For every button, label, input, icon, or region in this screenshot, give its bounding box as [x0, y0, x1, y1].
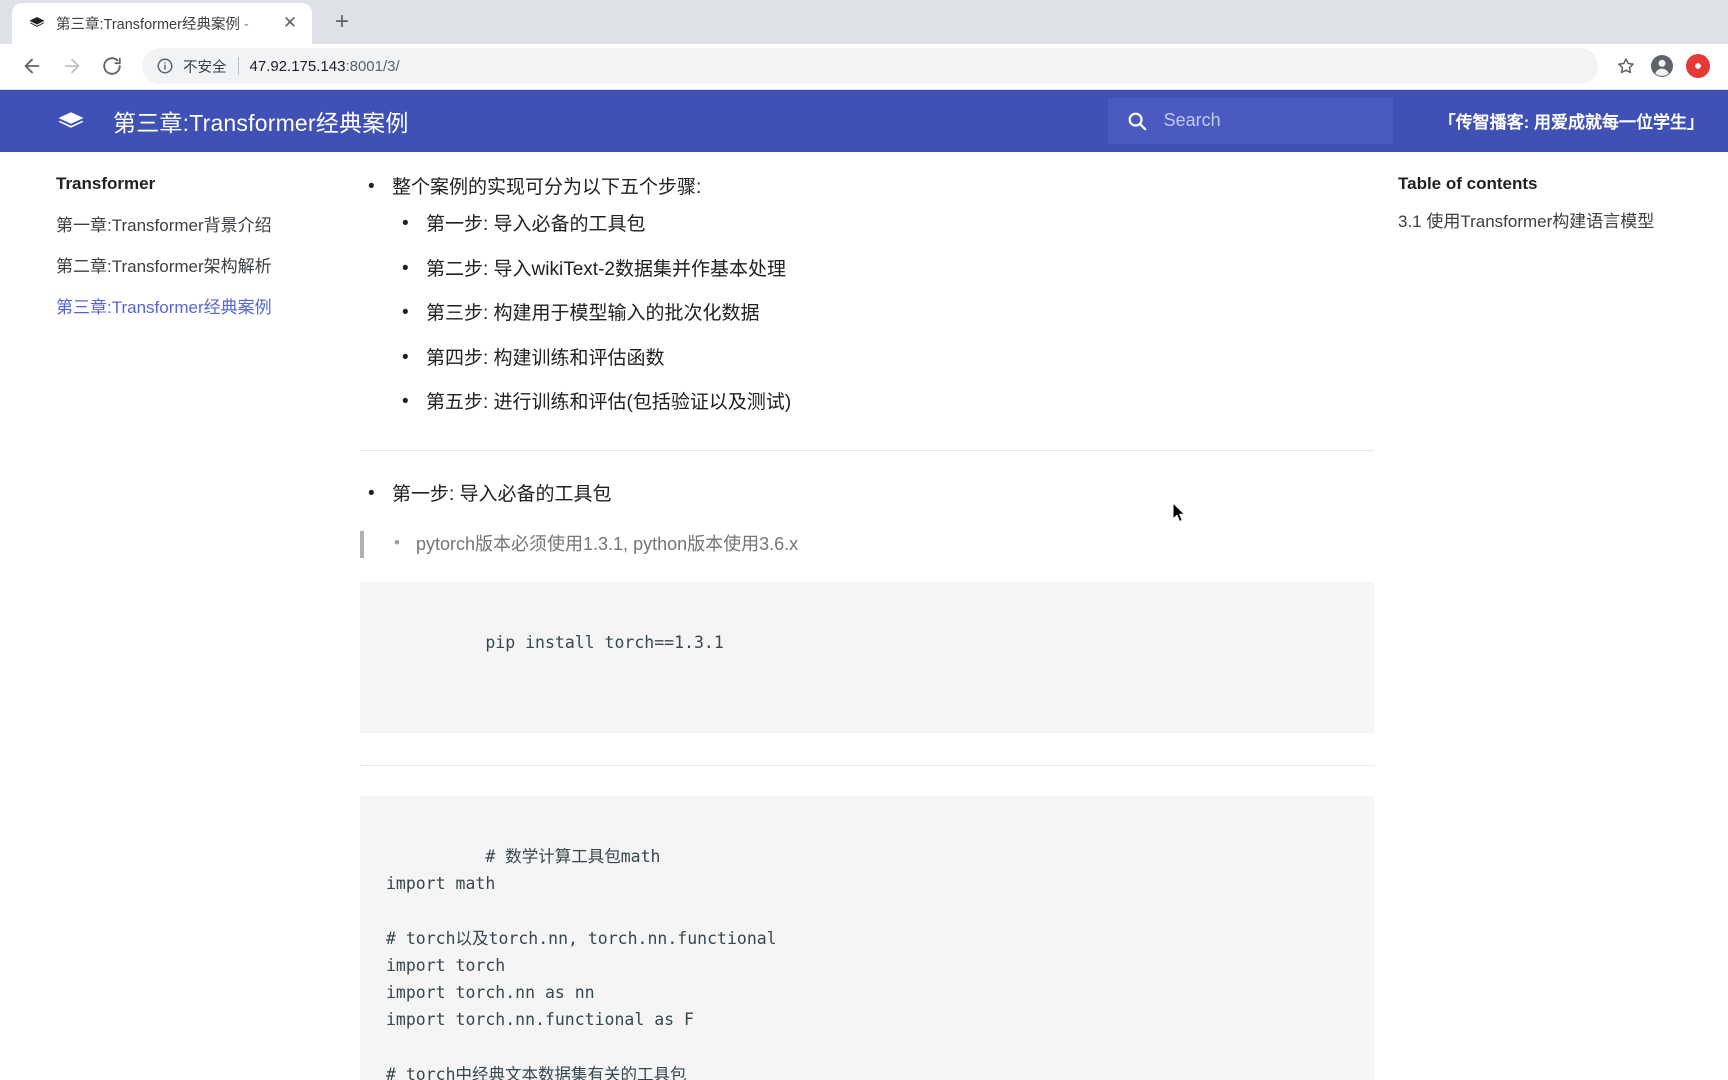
- profile-avatar[interactable]: [1646, 50, 1678, 82]
- reload-icon[interactable]: [94, 48, 130, 84]
- note-list: pytorch版本必须使用1.3.1, python版本使用3.6.x: [364, 530, 1374, 558]
- copy-to-clipboard-icon[interactable]: [1338, 810, 1356, 828]
- list-item: 第一步: 导入必备的工具包: [392, 210, 1374, 240]
- browser-window: 第三章:Transformer经典案例 - ✕ + 不安全 47.92.175.…: [0, 0, 1728, 1080]
- intro-bullet-text: 整个案例的实现可分为以下五个步骤:: [392, 176, 702, 198]
- sidebar-item-chapter-3[interactable]: 第三章:Transformer经典案例: [56, 293, 344, 318]
- header-tagline: 「传智播客: 用爱成就每一位学生」: [1438, 113, 1704, 133]
- search-placeholder-label: Search: [1163, 110, 1221, 131]
- omnibox-divider: [237, 57, 239, 76]
- main-content: 整个案例的实现可分为以下五个步骤: 第一步: 导入必备的工具包 第二步: 导入w…: [360, 174, 1398, 1080]
- code-block-install[interactable]: pip install torch==1.3.1: [360, 582, 1374, 733]
- sidebar-item-chapter-1[interactable]: 第一章:Transformer背景介绍: [56, 211, 344, 236]
- list-item: pytorch版本必须使用1.3.1, python版本使用3.6.x: [364, 530, 1374, 558]
- list-item: 第二步: 导入wikiText-2数据集并作基本处理: [392, 255, 1374, 285]
- bookmark-star-icon[interactable]: [1610, 50, 1642, 82]
- mkdocs-book-logo-icon[interactable]: [56, 106, 86, 136]
- copy-to-clipboard-icon[interactable]: [1338, 596, 1356, 614]
- book-favicon: [28, 14, 46, 32]
- code-text: # 数学计算工具包math import math # torch以及torch…: [386, 847, 777, 1080]
- table-of-contents: Table of contents 3.1 使用Transformer构建语言模…: [1398, 174, 1728, 1080]
- extension-badge[interactable]: [1682, 50, 1714, 82]
- list-item: 第五步: 进行训练和评估(包括验证以及测试): [392, 388, 1374, 418]
- site-header: 第三章:Transformer经典案例 Search 「传智播客: 用爱成就每一…: [0, 89, 1728, 152]
- close-icon[interactable]: ✕: [278, 11, 302, 35]
- toc-title: Table of contents: [1398, 173, 1538, 193]
- back-icon[interactable]: [14, 48, 50, 84]
- section-divider: [360, 449, 1374, 451]
- section-heading-list: 第一步: 导入必备的工具包: [360, 480, 1374, 510]
- forward-icon: [54, 48, 90, 84]
- code-text: pip install torch==1.3.1: [485, 633, 724, 653]
- sidebar-heading: Transformer: [56, 173, 156, 193]
- browser-toolbar: 不安全 47.92.175.143:8001/3/: [0, 43, 1728, 90]
- url-text: 47.92.175.143:8001/3/: [250, 58, 400, 75]
- page-viewport: 第三章:Transformer经典案例 Search 「传智播客: 用爱成就每一…: [0, 89, 1728, 1080]
- code-block-imports[interactable]: # 数学计算工具包math import math # torch以及torch…: [360, 795, 1374, 1080]
- list-item: 第四步: 构建训练和评估函数: [392, 344, 1374, 374]
- tab-strip: 第三章:Transformer经典案例 - ✕ +: [0, 0, 1728, 44]
- url-path: :8001/3/: [345, 57, 400, 75]
- note-blockquote: pytorch版本必须使用1.3.1, python版本使用3.6.x: [360, 530, 1374, 559]
- list-item: 第一步: 导入必备的工具包: [360, 480, 1374, 510]
- list-item: 整个案例的实现可分为以下五个步骤: 第一步: 导入必备的工具包 第二步: 导入w…: [360, 174, 1374, 418]
- page-title: 第三章:Transformer经典案例: [113, 109, 409, 136]
- steps-sublist: 第一步: 导入必备的工具包 第二步: 导入wikiText-2数据集并作基本处理…: [392, 210, 1374, 418]
- search-input[interactable]: Search: [1107, 97, 1393, 144]
- url-host: 47.92.175.143: [249, 57, 346, 75]
- sidebar-item-chapter-2[interactable]: 第二章:Transformer架构解析: [56, 252, 344, 277]
- steps-overview-list: 整个案例的实现可分为以下五个步骤: 第一步: 导入必备的工具包 第二步: 导入w…: [360, 174, 1374, 418]
- info-circle-icon[interactable]: [156, 57, 174, 75]
- new-tab-button[interactable]: +: [322, 2, 362, 42]
- search-icon: [1126, 110, 1148, 132]
- browser-tab[interactable]: 第三章:Transformer经典案例 - ✕: [12, 2, 312, 44]
- security-status-label: 不安全: [183, 59, 227, 76]
- code-divider: [360, 764, 1374, 766]
- sidebar-nav: Transformer 第一章:Transformer背景介绍 第二章:Tran…: [0, 174, 360, 1080]
- list-item: 第三步: 构建用于模型输入的批次化数据: [392, 299, 1374, 329]
- tab-title: 第三章:Transformer经典案例 -: [56, 16, 249, 33]
- extension-dot-icon: [1686, 54, 1710, 79]
- toc-item-3-1[interactable]: 3.1 使用Transformer构建语言模型: [1398, 210, 1688, 235]
- address-bar[interactable]: 不安全 47.92.175.143:8001/3/: [142, 48, 1598, 85]
- page-body: Transformer 第一章:Transformer背景介绍 第二章:Tran…: [0, 152, 1728, 1080]
